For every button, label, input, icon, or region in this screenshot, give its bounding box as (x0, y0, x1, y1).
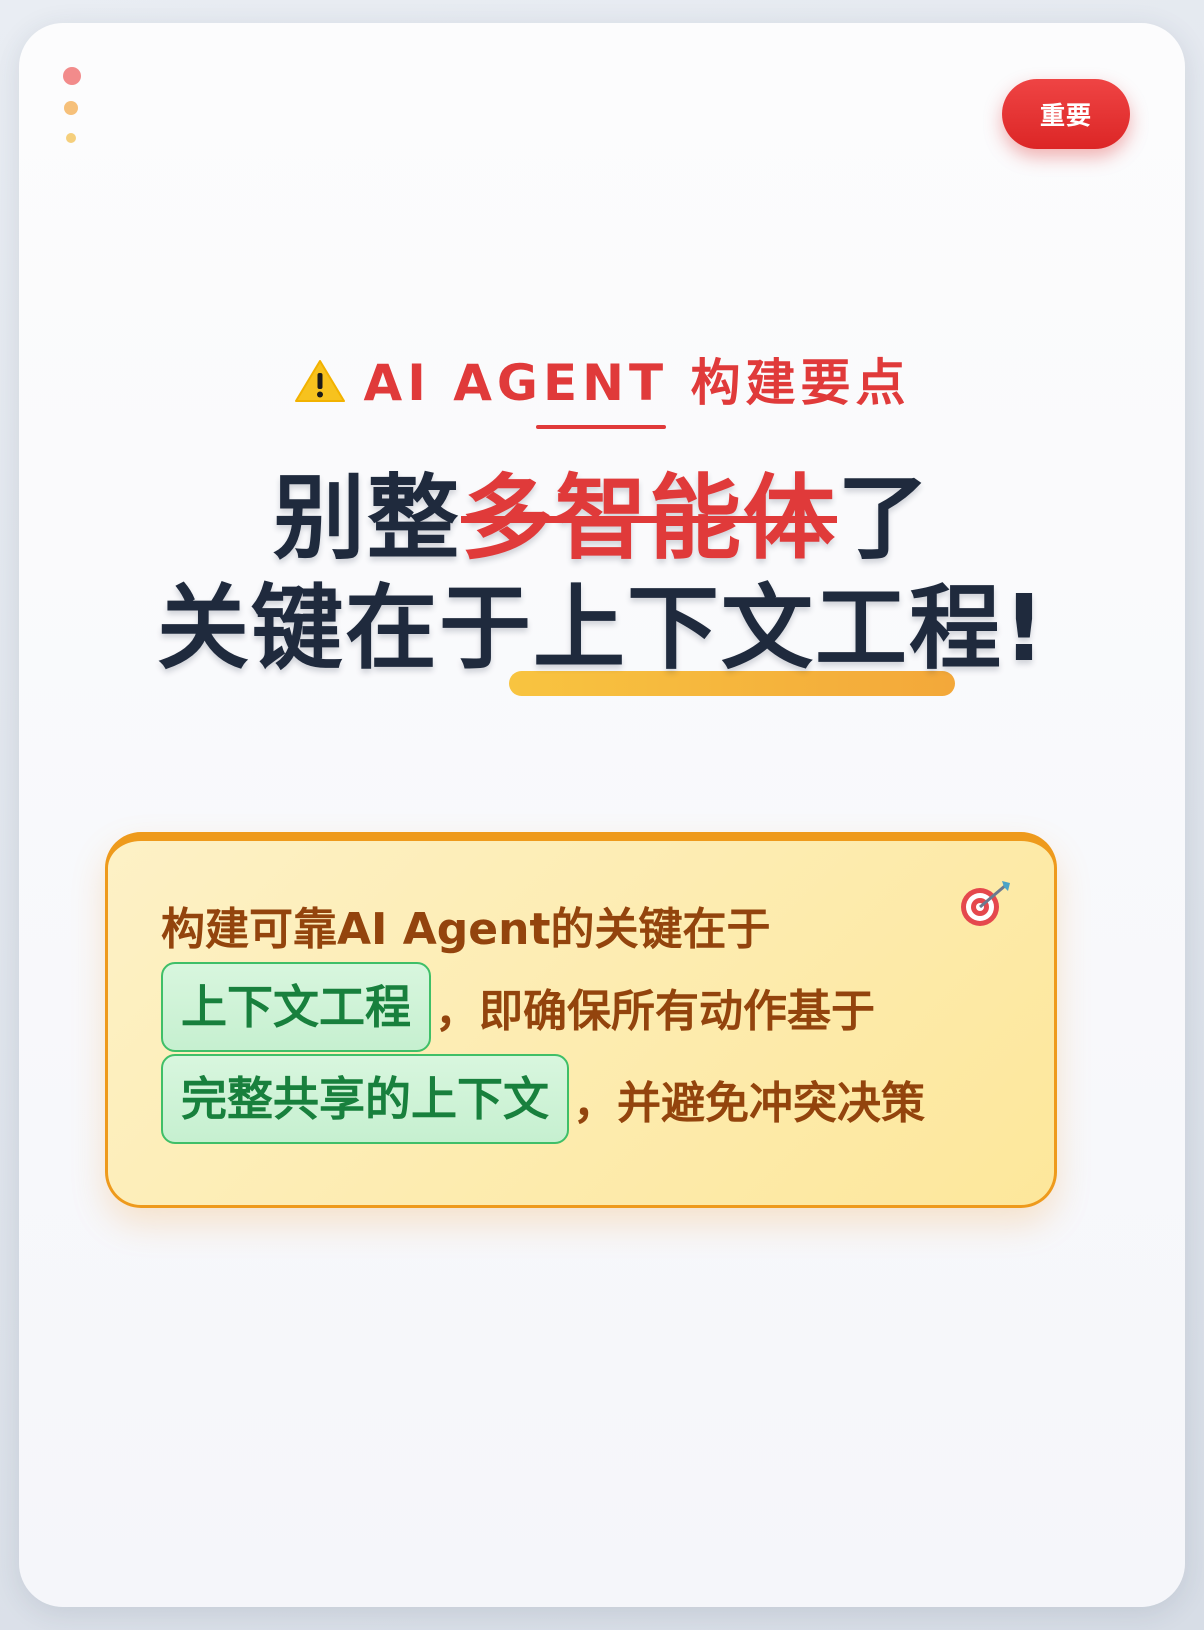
headline-line-2: 关键在于上下文工程! (19, 583, 1185, 675)
green-chip-shared-context: 完整共享的上下文 (161, 1054, 569, 1144)
highlighted-text: 上下文工程 (533, 575, 1004, 682)
strikethrough-text: 多智能体 (460, 465, 837, 572)
target-icon (958, 879, 1014, 940)
green-chip-context-engineering: 上下文工程 (161, 962, 431, 1052)
decor-dot-yellow (66, 133, 76, 143)
note-line3-rest: ，并避免冲突决策 (573, 1078, 925, 1129)
warning-icon (294, 358, 346, 416)
kicker-divider (536, 425, 666, 429)
headline-line2-after: ! (1003, 575, 1047, 682)
decor-dot-red (63, 67, 81, 85)
key-point-callout: 构建可靠AI Agent的关键在于 上下文工程 ，即确保所有动作基于 完整共享的上… (105, 832, 1057, 1208)
note-line2-rest: ，即确保所有动作基于 (435, 986, 875, 1037)
headline-line-1: 别整多智能体了 (19, 473, 1185, 565)
headline-line1-before: 别整 (272, 465, 461, 572)
note-line-2: 上下文工程 ，即确保所有动作基于 (161, 961, 925, 1053)
kicker-title: AI AGENT 构建要点 (19, 343, 1185, 416)
headline-line1-after: 了 (837, 465, 932, 572)
kicker-text: AI AGENT 构建要点 (363, 354, 911, 412)
headline-line2-before: 关键在于 (157, 575, 534, 682)
note-line-3: 完整共享的上下文 ，并避免冲突决策 (161, 1053, 925, 1145)
important-badge: 重要 (1002, 79, 1130, 149)
poster-card: 重要 AI AGENT 构建要点 别整多智能体了 关键在于上下文工程! 构建可靠… (19, 23, 1185, 1607)
decor-dot-orange (64, 101, 78, 115)
note-line1-text: 构建可靠AI Agent的关键在于 (161, 904, 771, 955)
note-line-1: 构建可靠AI Agent的关键在于 (161, 897, 925, 955)
